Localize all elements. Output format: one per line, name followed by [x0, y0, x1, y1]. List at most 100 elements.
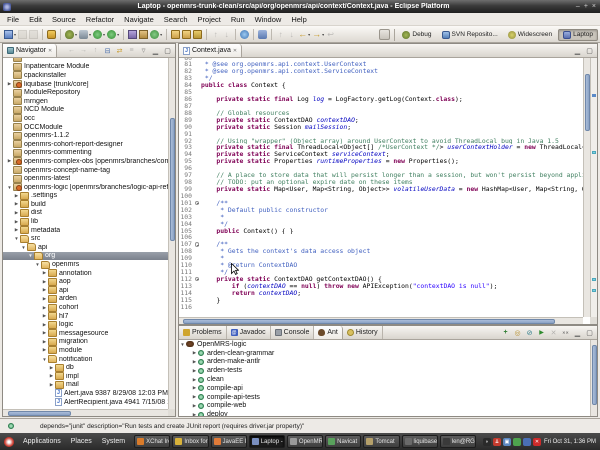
- navigator-tree-item[interactable]: ▼openmrs-logic [openmrs/branches/logic-a…: [3, 183, 168, 192]
- navigator-tab[interactable]: Navigator: [3, 44, 57, 57]
- code-line[interactable]: 116: [179, 304, 583, 311]
- editor-hscrollbar[interactable]: [179, 317, 583, 324]
- taskbar-window-button[interactable]: Laptop - o...: [249, 435, 285, 448]
- collapsed-arrow-icon[interactable]: ▶: [13, 193, 20, 199]
- collapsed-arrow-icon[interactable]: ▶: [191, 359, 198, 365]
- fold-marker[interactable]: [194, 241, 201, 248]
- taskbar-window-button[interactable]: Inbox for ...: [172, 435, 208, 448]
- collapsed-arrow-icon[interactable]: ▶: [191, 377, 198, 383]
- navigator-tree-item[interactable]: ▶hl7: [3, 312, 168, 321]
- navigator-tree-item[interactable]: ▶openmrs-complex-obs [openmrs/branches/c…: [3, 157, 168, 166]
- perspective-widescreen-button[interactable]: Widescreen: [504, 29, 556, 41]
- navigator-tree-item[interactable]: ▶impl: [3, 372, 168, 381]
- navigator-tree-item[interactable]: ▶lib: [3, 217, 168, 226]
- taskbar-window-button[interactable]: len@RGH-...: [440, 435, 476, 448]
- last-edit-button[interactable]: [325, 28, 336, 41]
- collapsed-arrow-icon[interactable]: ▶: [191, 412, 198, 416]
- collapsed-arrow-icon[interactable]: ▶: [48, 382, 55, 388]
- menu-refactor[interactable]: Refactor: [81, 15, 119, 24]
- expanded-arrow-icon[interactable]: ▼: [34, 262, 41, 267]
- maximize-button[interactable]: +: [584, 3, 588, 10]
- profile-button[interactable]: [106, 28, 120, 41]
- occurrence-marker[interactable]: [592, 151, 596, 154]
- navigator-tree-item[interactable]: ▶api: [3, 286, 168, 295]
- code-line[interactable]: 111 */: [179, 269, 583, 276]
- navigator-tree-item[interactable]: ▼org: [3, 252, 168, 261]
- debug-button[interactable]: [64, 28, 78, 41]
- code-line[interactable]: 99 private static Map<User, Map<String, …: [179, 186, 583, 193]
- remove-button[interactable]: [549, 328, 558, 337]
- ant-target-row[interactable]: ▶arden-make-antlr: [179, 358, 590, 367]
- tab-history[interactable]: History: [343, 326, 383, 339]
- taskbar-window-button[interactable]: Tomcat: [363, 435, 399, 448]
- menu-source[interactable]: Source: [47, 15, 81, 24]
- navigator-tree-item[interactable]: ▼notification: [3, 355, 168, 364]
- minimize-button[interactable]: –: [576, 3, 580, 10]
- collapsed-arrow-icon[interactable]: ▶: [13, 227, 20, 233]
- red-arrows-icon[interactable]: ⇊: [493, 438, 501, 446]
- navigator-tree-item[interactable]: ▶annotation: [3, 269, 168, 278]
- code-line[interactable]: 98 // TODO: put an optional expire date …: [179, 179, 583, 186]
- run-button[interactable]: [92, 28, 106, 41]
- collapsed-arrow-icon[interactable]: ▶: [41, 287, 48, 293]
- collapsed-arrow-icon[interactable]: ▶: [191, 394, 198, 400]
- collapsed-arrow-icon[interactable]: ▶: [41, 305, 48, 311]
- collapsed-arrow-icon[interactable]: ▶: [41, 270, 48, 276]
- add-buildfile-button[interactable]: [501, 328, 510, 337]
- navigator-tree-item[interactable]: ▶.settings: [3, 192, 168, 201]
- navigator-tree-item[interactable]: ▼openmrs: [3, 260, 168, 269]
- scrollbar-thumb[interactable]: [183, 319, 555, 324]
- code-line[interactable]: 110 * @return ContextDAO: [179, 262, 583, 269]
- navigator-tree-item[interactable]: ▶metadata: [3, 226, 168, 235]
- code-line[interactable]: 91: [179, 131, 583, 138]
- code-line[interactable]: 87: [179, 103, 583, 110]
- code-line[interactable]: 95 private static Properties runtimeProp…: [179, 158, 583, 165]
- up-button[interactable]: [91, 46, 100, 55]
- taskbar-window-button[interactable]: XChat Irc...: [134, 435, 170, 448]
- navigator-tree-item[interactable]: ▼src: [3, 234, 168, 243]
- code-line[interactable]: 100: [179, 193, 583, 200]
- perspective-laptop-button[interactable]: Laptop: [558, 29, 598, 41]
- ant-target-row[interactable]: ▶deploy: [179, 410, 590, 416]
- save-button[interactable]: [17, 28, 28, 41]
- occurrence-marker[interactable]: [592, 289, 596, 292]
- code-line[interactable]: 105 public Context() { }: [179, 228, 583, 235]
- collapsed-arrow-icon[interactable]: ▶: [48, 365, 55, 371]
- window-titlebar[interactable]: Laptop - openmrs-trunk-clean/src/api/org…: [0, 0, 600, 13]
- ant-target-row[interactable]: ▶compile-api-tests: [179, 393, 590, 402]
- navigator-tree-item[interactable]: openmrs-1.1.2: [3, 131, 168, 140]
- code-line[interactable]: 90 private static Session mailSession;: [179, 124, 583, 131]
- taskbar-clock[interactable]: Fri Oct 31, 1:36 PM: [544, 439, 596, 445]
- blue-windows-icon[interactable]: [523, 438, 531, 446]
- remove-all-button[interactable]: [561, 328, 570, 337]
- navigator-tree-item[interactable]: ModuleRepository: [3, 88, 168, 97]
- code-line[interactable]: 114 return contextDAO;: [179, 290, 583, 297]
- new-wizard-button[interactable]: [3, 28, 17, 41]
- hide-internal-button[interactable]: [525, 328, 534, 337]
- tab-ant[interactable]: Ant: [314, 326, 343, 339]
- navigator-tree-item[interactable]: ▶cohort: [3, 303, 168, 312]
- web-browser-button[interactable]: [239, 28, 250, 41]
- code-line[interactable]: 102 * Default public constructor: [179, 207, 583, 214]
- collapsed-arrow-icon[interactable]: ▶: [41, 339, 48, 345]
- ant-target-row[interactable]: ▶compile-web: [179, 402, 590, 411]
- tab-javadoc[interactable]: Javadoc: [227, 326, 271, 339]
- collapsed-arrow-icon[interactable]: ▶: [41, 296, 48, 302]
- red-x-icon[interactable]: ✕: [533, 438, 541, 446]
- ant-vscrollbar[interactable]: [590, 340, 597, 416]
- expanded-arrow-icon[interactable]: ▼: [27, 253, 34, 258]
- menu-file[interactable]: File: [2, 15, 24, 24]
- collapsed-arrow-icon[interactable]: ▶: [191, 403, 198, 409]
- collapsed-arrow-icon[interactable]: ▶: [191, 350, 198, 356]
- navigator-tree-item[interactable]: AlertRecipient.java 4941 7/15/08 1:27 PM: [3, 398, 168, 407]
- code-line[interactable]: 83 */: [179, 75, 583, 82]
- navigator-tree-item[interactable]: ▶migration: [3, 338, 168, 347]
- scrollbar-thumb[interactable]: [170, 118, 175, 241]
- ant-target-row[interactable]: ▶arden-tests: [179, 366, 590, 375]
- new-class-button[interactable]: [149, 28, 163, 41]
- ant-target-row[interactable]: ▶compile-api: [179, 384, 590, 393]
- collapsed-arrow-icon[interactable]: ▶: [48, 373, 55, 379]
- taskbar-menu-places[interactable]: Places: [66, 438, 97, 445]
- navigator-hscrollbar[interactable]: [3, 409, 168, 416]
- expanded-arrow-icon[interactable]: ▼: [13, 236, 20, 241]
